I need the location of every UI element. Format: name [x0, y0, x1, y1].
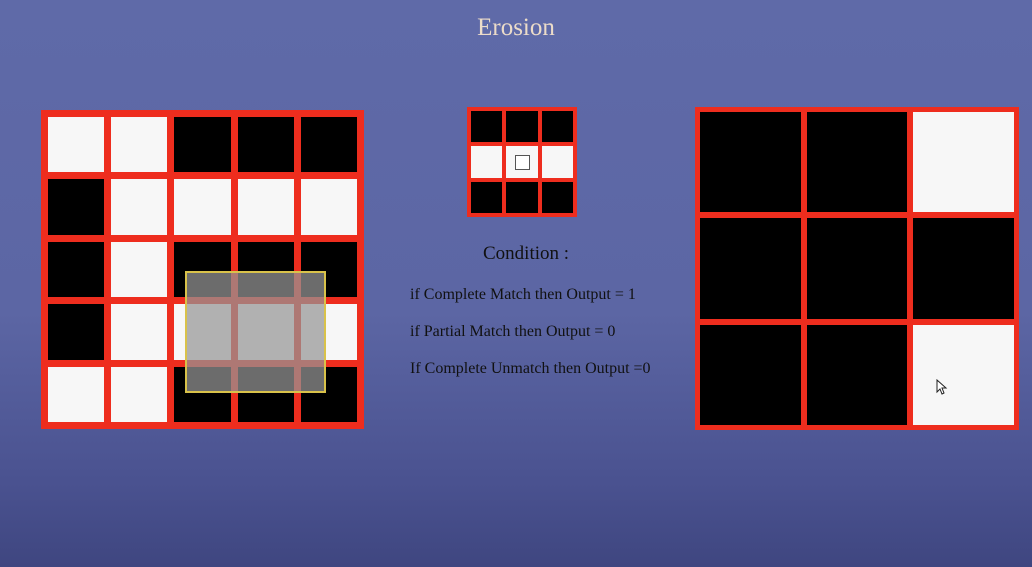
input-cell-0-4 — [300, 117, 357, 173]
rule-complete-unmatch: If Complete Unmatch then Output =0 — [410, 360, 651, 377]
input-cell-0-0 — [48, 117, 105, 173]
output-image-grid — [695, 107, 1019, 430]
input-cell-1-2 — [174, 179, 231, 235]
output-cell-2-2 — [913, 324, 1014, 425]
input-cell-2-1 — [111, 241, 168, 298]
kernel-cell-0-2 — [541, 111, 573, 143]
output-cell-2-0 — [700, 324, 801, 425]
input-cell-1-4 — [300, 179, 357, 235]
input-cell-1-1 — [111, 179, 168, 235]
input-cell-3-0 — [48, 304, 105, 360]
input-cell-0-2 — [174, 117, 231, 173]
input-cell-0-1 — [111, 117, 168, 173]
kernel-cell-2-0 — [471, 181, 503, 213]
kernel-cell-0-0 — [471, 111, 503, 143]
condition-title: Condition : — [483, 243, 570, 264]
slide-title: Erosion — [477, 14, 555, 41]
output-cell-0-1 — [806, 112, 908, 213]
input-cell-1-3 — [237, 179, 294, 235]
kernel-cell-0-1 — [506, 111, 538, 143]
output-cell-0-0 — [700, 112, 801, 213]
kernel-cell-1-0 — [471, 146, 503, 178]
kernel-anchor-marker — [514, 154, 530, 170]
input-cell-4-0 — [48, 366, 105, 422]
input-cell-2-0 — [48, 241, 105, 298]
kernel-cell-2-1 — [506, 181, 538, 213]
output-cell-1-0 — [700, 218, 801, 319]
output-cell-0-2 — [913, 112, 1014, 213]
mouse-cursor-icon — [936, 379, 948, 395]
rule-complete-match: if Complete Match then Output = 1 — [410, 286, 636, 303]
input-cell-4-1 — [111, 366, 168, 422]
output-cell-2-1 — [806, 324, 908, 425]
kernel-cell-2-2 — [541, 181, 573, 213]
input-cell-0-3 — [237, 117, 294, 173]
kernel-cell-1-2 — [541, 146, 573, 178]
structuring-element-grid — [467, 107, 577, 217]
rule-partial-match: if Partial Match then Output = 0 — [410, 323, 616, 340]
output-cell-1-2 — [913, 218, 1014, 319]
input-cell-1-0 — [48, 179, 105, 235]
kernel-cell-1-1 — [506, 146, 538, 178]
output-cell-1-1 — [806, 218, 908, 319]
structuring-window-highlight — [185, 271, 326, 393]
input-cell-3-1 — [111, 304, 168, 360]
